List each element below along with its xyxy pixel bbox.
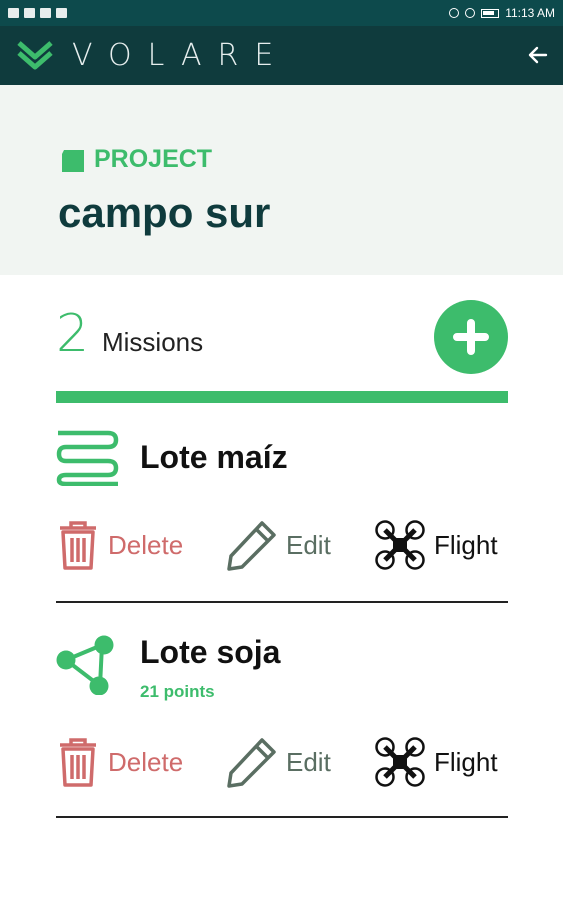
notification-icon <box>56 8 67 18</box>
notification-icons <box>8 8 67 18</box>
status-time: 11:13 AM <box>505 6 555 20</box>
system-icons: 11:13 AM <box>449 6 555 20</box>
flight-button[interactable]: Flight <box>374 734 498 790</box>
edit-label: Edit <box>286 529 331 560</box>
plus-icon <box>453 319 489 355</box>
missions-separator-bar <box>56 391 508 403</box>
waypoints-icon <box>56 635 114 695</box>
mission-divider <box>56 816 508 818</box>
location-icon <box>449 8 460 18</box>
pencil-icon <box>227 521 276 571</box>
mission-item: Lote soja 21 points Delete Edit Flight <box>56 630 508 822</box>
delete-label: Delete <box>108 529 184 560</box>
flight-button[interactable]: Flight <box>374 517 498 573</box>
mission-name: Lote soja <box>140 634 281 670</box>
wifi-icon <box>465 8 476 18</box>
trash-icon <box>60 738 96 787</box>
project-header: PROJECT campo sur <box>0 85 563 275</box>
missions-summary: 2 Missions <box>56 300 508 374</box>
mission-actions: Delete Edit Flight <box>56 517 508 573</box>
project-label: PROJECT <box>60 145 212 174</box>
flight-label: Flight <box>434 746 498 777</box>
status-bar: 11:13 AM <box>0 0 563 26</box>
delete-button[interactable]: Delete <box>56 517 183 573</box>
folder-icon <box>62 149 84 172</box>
mission-actions: Delete Edit Flight <box>56 734 508 790</box>
notification-icon <box>40 8 51 18</box>
brand-name: VOLARE <box>72 38 290 73</box>
delete-label: Delete <box>108 746 184 777</box>
battery-icon <box>481 8 500 18</box>
back-arrow-icon[interactable] <box>525 43 549 67</box>
mission-item: Lote maíz Delete Edit Flight <box>56 425 508 605</box>
notification-icon <box>8 8 19 18</box>
project-label-text: PROJECT <box>94 145 213 173</box>
edit-button[interactable]: Edit <box>226 734 331 790</box>
pencil-icon <box>227 738 276 788</box>
drone-icon <box>375 737 425 787</box>
notification-icon <box>24 8 35 18</box>
mission-name: Lote maíz <box>140 439 288 475</box>
flight-label: Flight <box>434 529 498 560</box>
missions-label: Missions <box>102 327 204 357</box>
missions-count: 2 <box>56 304 90 364</box>
drone-icon <box>375 520 425 570</box>
volare-logo-icon <box>17 41 53 70</box>
edit-button[interactable]: Edit <box>226 517 331 573</box>
mission-divider <box>56 601 508 603</box>
trash-icon <box>60 521 96 570</box>
app-bar: VOLARE <box>0 26 563 85</box>
project-name: campo sur <box>58 189 271 236</box>
add-mission-button[interactable] <box>434 300 508 374</box>
serpentine-path-icon <box>56 430 119 486</box>
mission-points: 21 points <box>140 682 215 701</box>
edit-label: Edit <box>286 746 331 777</box>
delete-button[interactable]: Delete <box>56 734 183 790</box>
